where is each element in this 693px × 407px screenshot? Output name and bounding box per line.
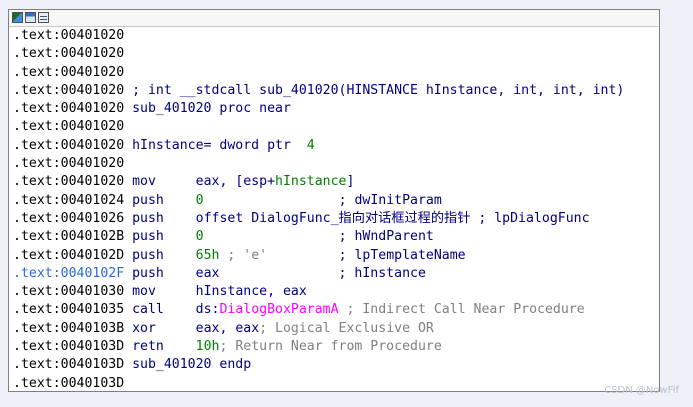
line-op: offset DialogFunc_指向对话框过程的指针 (195, 210, 479, 226)
line-mnem: push (132, 247, 196, 263)
disassembly-listing[interactable]: .text:00401020 .text:00401020 .text:0040… (13, 27, 624, 391)
line-pad (434, 321, 513, 336)
line-address: .text:00401020 (13, 82, 133, 98)
listing-line[interactable]: .text:0040103D (13, 375, 624, 391)
listing-line[interactable]: .text:0040103D sub_401020 endp (13, 356, 624, 374)
listing-line[interactable]: .text:0040103D retn 10h; Return Near fro… (13, 338, 624, 356)
line-address: .text:0040103D (13, 375, 133, 391)
line-pad (204, 193, 339, 208)
listing-line[interactable]: .text:00401020 mov eax, [esp+hInstance] (13, 173, 624, 191)
line-address: .text:00401020 (13, 28, 133, 43)
listing-line[interactable]: .text:00401020 hInstance= dword ptr 4 (13, 137, 624, 155)
line-num: 0 (195, 192, 204, 208)
listing-line[interactable]: .text:00401035 call ds:DialogBoxParamA ;… (13, 301, 624, 319)
line-mnem: xor (132, 320, 196, 336)
line-op: ds: (195, 302, 220, 318)
line-address: .text:0040102F (13, 265, 133, 281)
line-code: sub_401020 endp (132, 357, 252, 373)
line-pad (442, 339, 561, 354)
ida-disassembly-window[interactable]: .text:00401020 .text:00401020 .text:0040… (8, 9, 660, 392)
line-mnem: retn (132, 339, 196, 355)
line-cm2: ; Return Near from Procedure (219, 339, 442, 355)
listing-line[interactable]: .text:00401020 sub_401020 proc near (13, 100, 624, 118)
line-address: .text:00401030 (13, 284, 133, 300)
line-address: .text:00401024 (13, 192, 133, 208)
line-mnem: push (132, 229, 196, 245)
listing-line[interactable]: .text:0040102D push 65h ; 'e' ; lpTempla… (13, 247, 624, 265)
watermark: CSDN @NowFif (604, 385, 679, 396)
listing-line[interactable]: .text:00401030 mov hInstance, eax (13, 283, 624, 301)
line-code: hInstance= dword ptr (132, 137, 307, 153)
listing-line[interactable]: .text:00401020 (13, 64, 624, 82)
listing-line[interactable]: .text:0040102F push eax ; hInstance (13, 265, 624, 283)
line-mnem: push (132, 265, 196, 281)
line-address: .text:0040103D (13, 339, 133, 355)
line-op: eax, [esp+ (195, 174, 276, 190)
line-address: .text:0040102D (13, 247, 133, 263)
line-address: .text:00401020 (13, 101, 133, 117)
listing-line[interactable]: .text:00401020 (13, 155, 624, 173)
line-num: 0 (195, 229, 204, 245)
listing-line[interactable]: .text:0040103B xor eax, eax; Logical Exc… (13, 320, 624, 338)
line-api: DialogBoxParamA (219, 302, 339, 318)
line-tail: ; hWndParent (338, 229, 434, 245)
line-address: .text:0040102B (13, 229, 133, 245)
line-address: .text:0040103D (13, 357, 133, 373)
text-view-icon[interactable] (38, 12, 49, 23)
view-toolbar (9, 10, 659, 27)
line-pad (267, 248, 338, 263)
line-num: 10h (195, 339, 220, 355)
line-pad (204, 229, 339, 244)
line-tail: ; lpTemplateName (338, 247, 466, 263)
line-address: .text:00401035 (13, 302, 133, 318)
listing-line[interactable]: .text:00401024 push 0 ; dwInitParam (13, 192, 624, 210)
line-mnem: mov (132, 174, 196, 190)
listing-line[interactable]: .text:00401020 ; int __stdcall sub_40102… (13, 82, 624, 100)
line-mnem: mov (132, 284, 196, 300)
line-cm2: ; Indirect Call Near Procedure (338, 302, 585, 318)
line-cm2: ; Logical Exclusive OR (259, 320, 434, 336)
line-pad (219, 266, 338, 281)
line-mnem: push (132, 192, 196, 208)
line-code: sub_401020 proc near (132, 101, 291, 117)
line-mnem: push (132, 210, 196, 226)
listing-line[interactable]: .text:00401020 (13, 27, 624, 45)
line-op: hInstance, eax (195, 284, 307, 300)
line-op: eax, eax (195, 320, 260, 336)
line-address: .text:00401020 (13, 174, 133, 190)
line-tail: ; hInstance (338, 265, 426, 281)
line-num: 4 (306, 137, 315, 153)
listing-line[interactable]: .text:00401020 (13, 45, 624, 63)
line-address: .text:00401020 (13, 64, 133, 80)
line-address: .text:00401020 (13, 46, 133, 62)
line-address: .text:00401020 (13, 119, 133, 135)
line-op: eax (195, 265, 220, 281)
line-num: 65h (195, 247, 220, 263)
line-op-spec: hInstance (275, 174, 347, 190)
line-mnem: call (132, 302, 196, 318)
line-cm2: ; 'e' (219, 247, 268, 263)
line-address: .text:00401020 (13, 156, 133, 172)
line-tail: ; lpDialogFunc (478, 210, 590, 226)
line-address: .text:00401026 (13, 210, 133, 226)
line-comment: ; int __stdcall sub_401020(HINSTANCE hIn… (132, 82, 625, 98)
line-address: .text:00401020 (13, 137, 133, 153)
listing-line[interactable]: .text:00401020 (13, 118, 624, 136)
line-op-tail: ] (346, 174, 355, 190)
proximity-view-icon[interactable] (25, 12, 36, 23)
listing-line[interactable]: .text:00401026 push offset DialogFunc_指向… (13, 210, 624, 228)
listing-line[interactable]: .text:0040102B push 0 ; hWndParent (13, 228, 624, 246)
graph-view-icon[interactable] (12, 12, 23, 23)
line-tail: ; dwInitParam (338, 192, 442, 208)
line-address: .text:0040103B (13, 320, 133, 336)
